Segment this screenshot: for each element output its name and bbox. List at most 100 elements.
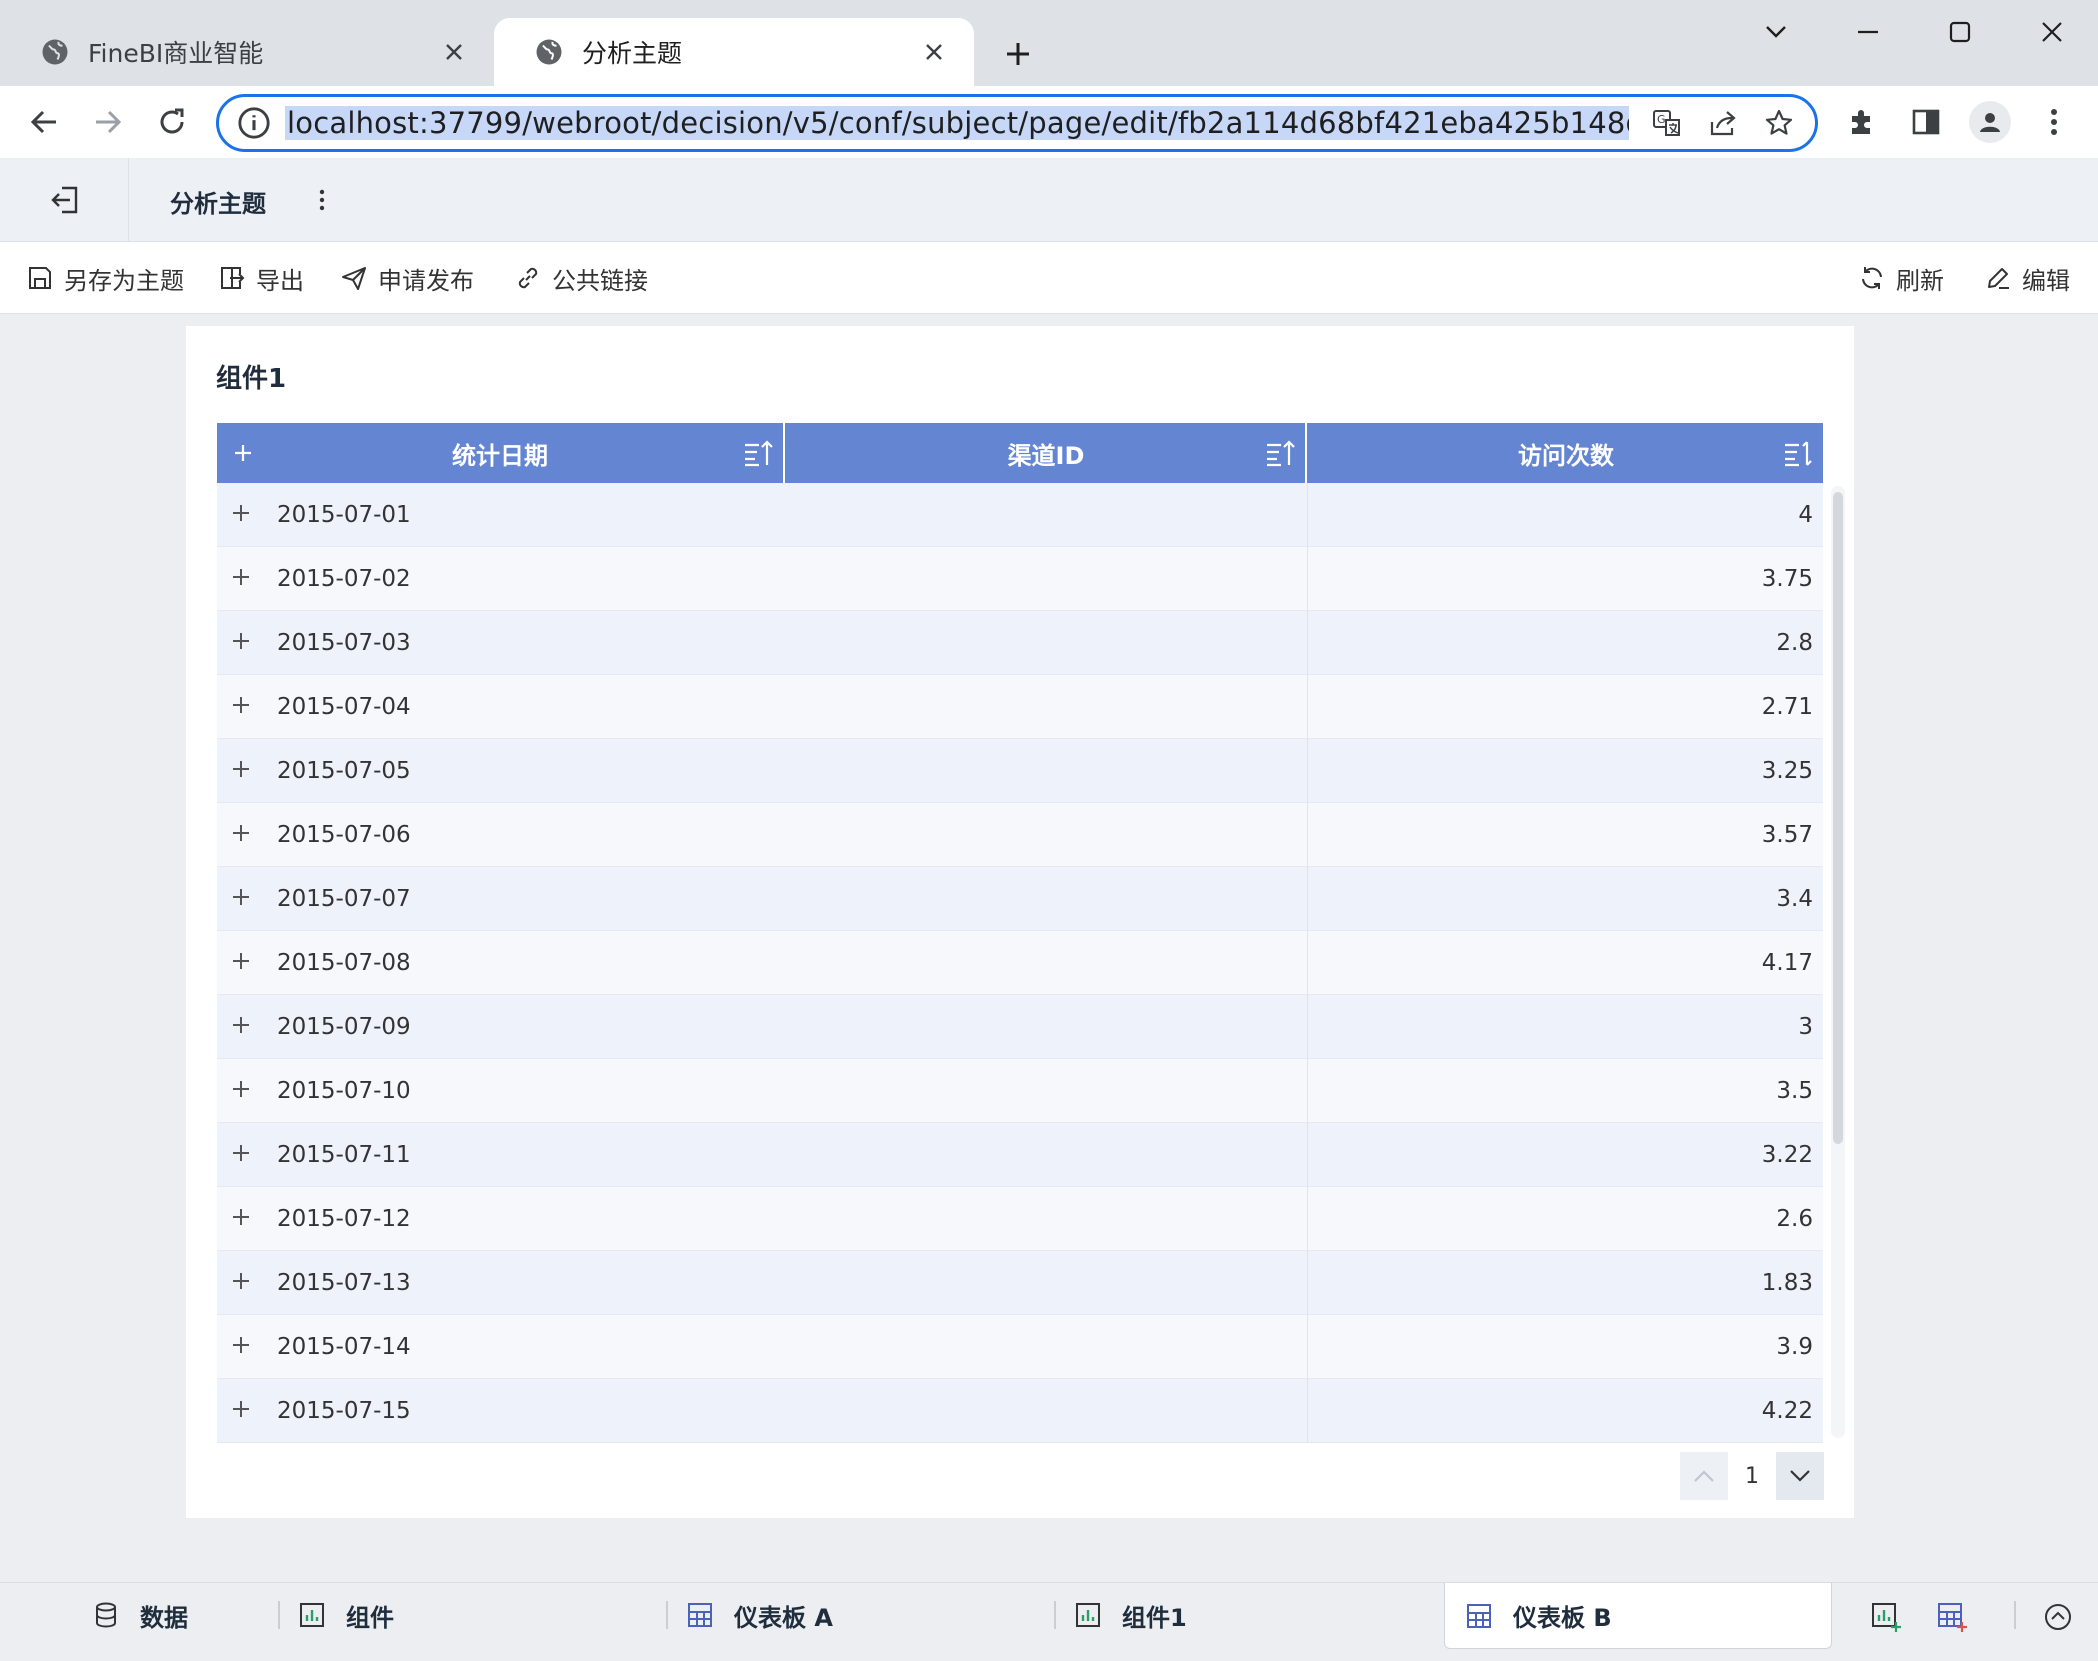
expand-row-icon[interactable]: [229, 1269, 253, 1293]
table-row[interactable]: 2015-07-09 3: [217, 995, 1823, 1059]
bottom-tab-data[interactable]: 数据: [92, 1583, 188, 1647]
table-row[interactable]: 2015-07-15 4.22: [217, 1379, 1823, 1443]
edit-icon: [1988, 268, 2009, 289]
new-tab-button[interactable]: [994, 30, 1042, 78]
expand-row-icon[interactable]: [229, 1397, 253, 1421]
table-row[interactable]: 2015-07-11 3.22: [217, 1123, 1823, 1187]
side-panel-button[interactable]: [1900, 98, 1952, 146]
table-row[interactable]: 2015-07-02 3.75: [217, 547, 1823, 611]
expand-row-icon[interactable]: [229, 629, 253, 653]
previous-page-button[interactable]: [1680, 1452, 1728, 1500]
back-button[interactable]: [20, 98, 68, 146]
column-header-date[interactable]: 统计日期: [217, 423, 785, 483]
expand-row-icon[interactable]: [229, 1013, 253, 1037]
cell-visits: 2.6: [1776, 1206, 1813, 1232]
add-component-button[interactable]: [1866, 1597, 1906, 1637]
close-icon[interactable]: [916, 34, 952, 70]
share-icon[interactable]: [1695, 99, 1751, 147]
address-bar[interactable]: localhost:37799/webroot/decision/v5/conf…: [216, 94, 1818, 152]
table-row[interactable]: 2015-07-03 2.8: [217, 611, 1823, 675]
vertical-scrollbar[interactable]: [1831, 486, 1845, 1438]
expand-row-icon[interactable]: [229, 693, 253, 717]
expand-row-icon[interactable]: [229, 1141, 253, 1165]
maximize-button[interactable]: [1932, 10, 1988, 54]
bottom-tab-component[interactable]: 组件: [298, 1583, 394, 1647]
exit-icon[interactable]: [46, 180, 86, 220]
globe-icon: [42, 39, 68, 65]
browser-tab-finebi[interactable]: FineBI商业智能: [0, 18, 494, 86]
close-icon[interactable]: [436, 34, 472, 70]
cell-visits: 3.75: [1761, 566, 1813, 592]
table-row[interactable]: 2015-07-10 3.5: [217, 1059, 1823, 1123]
cell-divider: [1307, 1251, 1308, 1315]
edit-button[interactable]: 编辑: [1984, 260, 2070, 296]
expand-row-icon[interactable]: [229, 501, 253, 525]
column-header-channel[interactable]: 渠道ID: [787, 423, 1307, 483]
expand-row-icon[interactable]: [229, 1077, 253, 1101]
translate-icon[interactable]: G: [1639, 99, 1695, 147]
refresh-button[interactable]: 刷新: [1858, 260, 1944, 296]
bar-chart-icon: [300, 1603, 324, 1627]
refresh-label: 刷新: [1896, 266, 1944, 295]
expand-row-icon[interactable]: [229, 1333, 253, 1357]
cell-visits: 3.5: [1776, 1078, 1813, 1104]
divider: [128, 158, 129, 242]
bottom-tab-dashboard-b[interactable]: 仪表板 B: [1444, 1583, 1832, 1649]
export-icon: [221, 267, 245, 289]
forward-button[interactable]: [84, 98, 132, 146]
star-icon[interactable]: [1751, 99, 1807, 147]
dashboard-canvas: 组件1 统计日期 渠道ID 访问次数 2015-07-01 4 2015-07-02…: [0, 314, 2098, 1582]
export-button[interactable]: 导出: [218, 260, 304, 296]
sort-ascending-icon[interactable]: [743, 439, 773, 467]
info-icon[interactable]: [237, 106, 271, 140]
profile-button[interactable]: [1964, 98, 2016, 146]
url-text[interactable]: localhost:37799/webroot/decision/v5/conf…: [285, 106, 1629, 140]
table-row[interactable]: 2015-07-13 1.83: [217, 1251, 1823, 1315]
expand-all-icon[interactable]: [229, 439, 257, 467]
more-options-icon[interactable]: [312, 184, 332, 216]
table-row[interactable]: 2015-07-08 4.17: [217, 931, 1823, 995]
add-dashboard-icon: [1938, 1603, 1967, 1632]
expand-row-icon[interactable]: [229, 1205, 253, 1229]
tab-search-button[interactable]: [1748, 10, 1804, 54]
table-row[interactable]: 2015-07-06 3.57: [217, 803, 1823, 867]
apply-publish-button[interactable]: 申请发布: [340, 260, 474, 296]
public-link-button[interactable]: 公共链接: [514, 260, 648, 296]
close-window-button[interactable]: [2024, 10, 2080, 54]
column-header-label: 渠道ID: [1007, 441, 1085, 470]
bottom-tab-component1[interactable]: 组件1: [1074, 1583, 1187, 1647]
table-row[interactable]: 2015-07-05 3.25: [217, 739, 1823, 803]
sort-icon[interactable]: [1783, 439, 1813, 467]
cell-divider: [1307, 483, 1308, 547]
table-row[interactable]: 2015-07-04 2.71: [217, 675, 1823, 739]
save-as-subject-button[interactable]: 另存为主题: [26, 260, 184, 296]
next-page-button[interactable]: [1776, 1452, 1824, 1500]
expand-row-icon[interactable]: [229, 565, 253, 589]
reload-button[interactable]: [148, 98, 196, 146]
expand-row-icon[interactable]: [229, 757, 253, 781]
table-row[interactable]: 2015-07-14 3.9: [217, 1315, 1823, 1379]
expand-row-icon[interactable]: [229, 949, 253, 973]
minimize-button[interactable]: [1840, 10, 1896, 54]
table-widget[interactable]: 组件1 统计日期 渠道ID 访问次数 2015-07-01 4 2015-07-02…: [186, 326, 1854, 1518]
table-row[interactable]: 2015-07-12 2.6: [217, 1187, 1823, 1251]
cell-date: 2015-07-02: [277, 566, 411, 592]
table-row[interactable]: 2015-07-01 4: [217, 483, 1823, 547]
sort-ascending-icon[interactable]: [1265, 439, 1295, 467]
add-dashboard-button[interactable]: [1932, 1597, 1972, 1637]
browser-tab-analysis[interactable]: 分析主题: [494, 18, 974, 86]
export-label: 导出: [256, 266, 304, 295]
collapse-bar-button[interactable]: [2038, 1597, 2078, 1637]
close-window-icon: [2042, 22, 2062, 42]
extensions-button[interactable]: [1836, 98, 1888, 146]
browser-menu-button[interactable]: [2028, 98, 2080, 146]
cell-divider: [1307, 1315, 1308, 1379]
column-header-visits[interactable]: 访问次数: [1309, 423, 1823, 483]
scrollbar-thumb[interactable]: [1833, 492, 1843, 1144]
expand-row-icon[interactable]: [229, 885, 253, 909]
bottom-tab-dashboard-a[interactable]: 仪表板 A: [686, 1583, 833, 1647]
table-row[interactable]: 2015-07-07 3.4: [217, 867, 1823, 931]
expand-row-icon[interactable]: [229, 821, 253, 845]
refresh-icon: [1862, 267, 1882, 289]
cell-date: 2015-07-12: [277, 1206, 411, 1232]
